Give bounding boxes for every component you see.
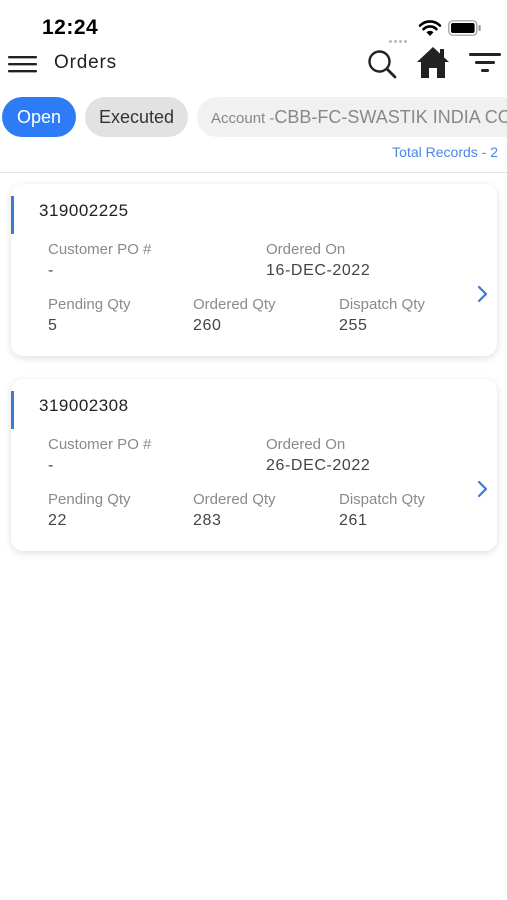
pending-qty-value: 22	[48, 512, 67, 529]
ordered-on-value: 16-DEC-2022	[266, 262, 371, 279]
filter-chips: Open Executed Account -CBB-FC-SWASTIK IN…	[0, 97, 507, 137]
customer-po-label: Customer PO #	[48, 241, 152, 258]
filter-icon[interactable]	[469, 50, 501, 76]
customer-po-value: -	[48, 457, 54, 474]
ordered-on-field: Ordered On 16-DEC-2022	[266, 241, 370, 280]
open-filter-chip[interactable]: Open	[2, 97, 76, 137]
pending-qty-value: 5	[48, 317, 58, 334]
dispatch-qty-value: 255	[339, 317, 368, 334]
ordered-qty-field: Ordered Qty 283	[193, 491, 276, 530]
customer-po-field: Customer PO # -	[48, 241, 151, 280]
dispatch-qty-label: Dispatch Qty	[339, 296, 425, 313]
pending-qty-label: Pending Qty	[48, 491, 131, 508]
card-accent-bar	[11, 391, 14, 429]
customer-po-field: Customer PO # -	[48, 436, 151, 475]
account-filter-chip[interactable]: Account -CBB-FC-SWASTIK INDIA CO-D	[197, 97, 507, 137]
status-bar: 12:24	[0, 0, 507, 44]
ordered-qty-label: Ordered Qty	[193, 296, 276, 313]
battery-icon	[448, 20, 481, 36]
dispatch-qty-label: Dispatch Qty	[339, 491, 425, 508]
search-icon[interactable]	[366, 48, 398, 80]
hamburger-menu-icon[interactable]	[8, 53, 38, 75]
ordered-qty-value: 260	[193, 317, 222, 334]
ordered-qty-field: Ordered Qty 260	[193, 296, 276, 335]
executed-filter-chip[interactable]: Executed	[85, 97, 188, 137]
pending-qty-label: Pending Qty	[48, 296, 131, 313]
ordered-on-label: Ordered On	[266, 436, 346, 453]
ordered-qty-value: 283	[193, 512, 222, 529]
order-card[interactable]: 319002225 Customer PO # - Ordered On 16-…	[11, 184, 497, 356]
chevron-right-icon[interactable]	[476, 479, 490, 499]
customer-po-label: Customer PO #	[48, 436, 152, 453]
account-prefix: Account -	[211, 110, 275, 127]
pending-qty-field: Pending Qty 22	[48, 491, 131, 530]
divider	[0, 172, 507, 173]
wifi-icon	[418, 20, 442, 36]
ordered-on-value: 26-DEC-2022	[266, 457, 371, 474]
page-title: Orders	[54, 52, 117, 73]
card-accent-bar	[11, 196, 14, 234]
ordered-on-field: Ordered On 26-DEC-2022	[266, 436, 370, 475]
home-icon[interactable]	[415, 45, 451, 79]
customer-po-value: -	[48, 262, 54, 279]
pending-qty-field: Pending Qty 5	[48, 296, 131, 335]
status-time: 12:24	[42, 16, 99, 39]
chevron-right-icon[interactable]	[476, 284, 490, 304]
order-number: 319002225	[39, 201, 129, 220]
total-records: Total Records - 2	[392, 144, 498, 160]
dispatch-qty-value: 261	[339, 512, 368, 529]
ordered-on-label: Ordered On	[266, 241, 346, 258]
order-number: 319002308	[39, 396, 129, 415]
dispatch-qty-field: Dispatch Qty 261	[339, 491, 425, 530]
order-card[interactable]: 319002308 Customer PO # - Ordered On 26-…	[11, 379, 497, 551]
ordered-qty-label: Ordered Qty	[193, 491, 276, 508]
dispatch-qty-field: Dispatch Qty 255	[339, 296, 425, 335]
account-value: CBB-FC-SWASTIK INDIA CO-D	[274, 107, 507, 127]
app-header: Orders	[0, 44, 507, 88]
